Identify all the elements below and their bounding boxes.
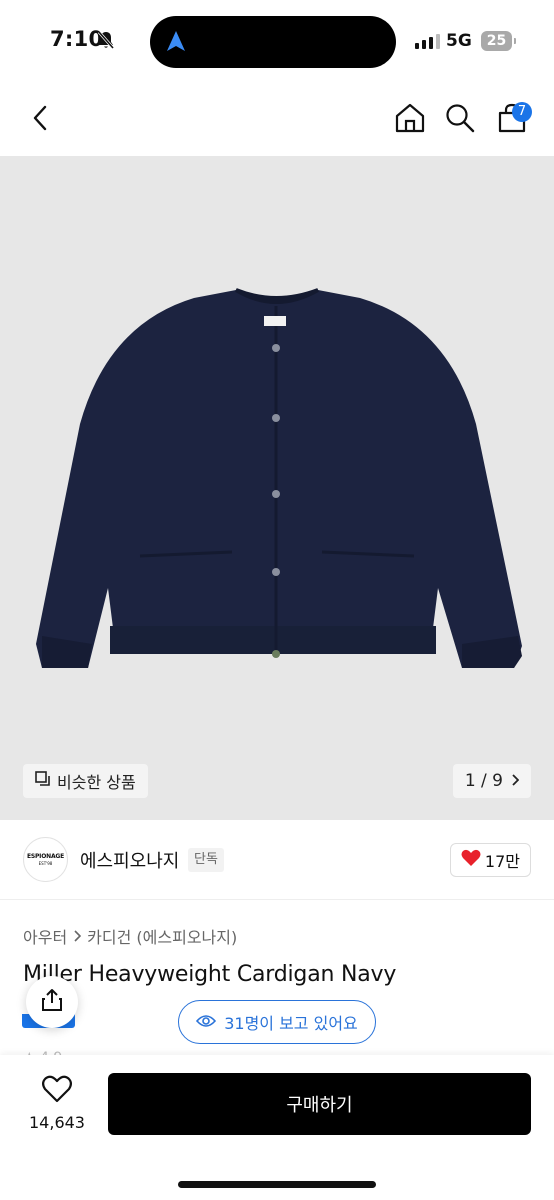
heart-outline-icon (42, 1075, 72, 1107)
category-sub[interactable]: 카디건 (에스피오나지) (87, 924, 237, 948)
wishlist-count: 14,643 (29, 1113, 85, 1132)
share-button[interactable] (26, 976, 78, 1028)
back-button[interactable] (20, 84, 60, 156)
home-indicator (178, 1181, 376, 1188)
bottom-action-bar: 14,643 구매하기 (0, 1055, 554, 1200)
network-type: 5G (446, 31, 472, 51)
eye-icon (196, 1013, 217, 1032)
similar-products-button[interactable]: 비슷한 상품 (23, 764, 148, 798)
home-button[interactable] (390, 84, 430, 156)
chevron-right-icon (511, 771, 520, 791)
signal-icon (415, 34, 440, 49)
buy-button[interactable]: 구매하기 (108, 1073, 531, 1135)
brand-like-count: 17만 (484, 852, 520, 871)
home-icon (395, 103, 425, 137)
pager-text: 1 / 9 (464, 771, 503, 791)
breadcrumb: 아우터 카디건 (에스피오나지) (23, 924, 237, 948)
dynamic-island (150, 16, 396, 68)
category-main[interactable]: 아우터 (23, 924, 67, 948)
top-nav: 7 (0, 84, 554, 156)
chevron-right-icon (73, 927, 82, 946)
exclusive-tag: 단독 (188, 848, 224, 872)
wishlist-button[interactable]: 14,643 (24, 1075, 90, 1132)
viewers-pill: 31명이 보고 있어요 (178, 1000, 376, 1044)
share-icon (41, 988, 63, 1016)
cart-count-badge: 7 (512, 102, 532, 122)
similar-items-icon (35, 771, 51, 791)
brand-row[interactable]: ESPIONAGE EST'98 에스피오나지 단독 17만 (0, 820, 554, 900)
brand-logo-text: ESPIONAGE (26, 853, 65, 860)
brand-logo-subtext: EST'98 (38, 861, 53, 866)
product-image-carousel[interactable]: 비슷한 상품 1 / 9 (0, 156, 554, 820)
viewers-text: 31명이 보고 있어요 (224, 1014, 358, 1033)
status-time: 7:10 (50, 27, 104, 51)
brand-like-button[interactable]: 17만 (449, 843, 531, 877)
similar-products-label: 비슷한 상품 (57, 773, 136, 792)
product-title: Miller Heavyweight Cardigan Navy (23, 962, 397, 987)
search-button[interactable] (440, 84, 480, 156)
cart-button[interactable]: 7 (492, 84, 532, 156)
status-bar: 7:10 5G 25 (0, 0, 554, 84)
back-chevron-icon (32, 105, 48, 135)
heart-filled-icon (461, 849, 481, 871)
brand-logo[interactable]: ESPIONAGE EST'98 (23, 837, 68, 882)
brand-name[interactable]: 에스피오나지 (80, 847, 179, 873)
location-arrow-icon (166, 30, 186, 56)
battery-icon: 25 (481, 31, 516, 51)
image-pager[interactable]: 1 / 9 (452, 764, 531, 798)
bell-slash-icon (97, 30, 115, 54)
search-icon (445, 103, 475, 137)
product-photo (36, 288, 522, 668)
